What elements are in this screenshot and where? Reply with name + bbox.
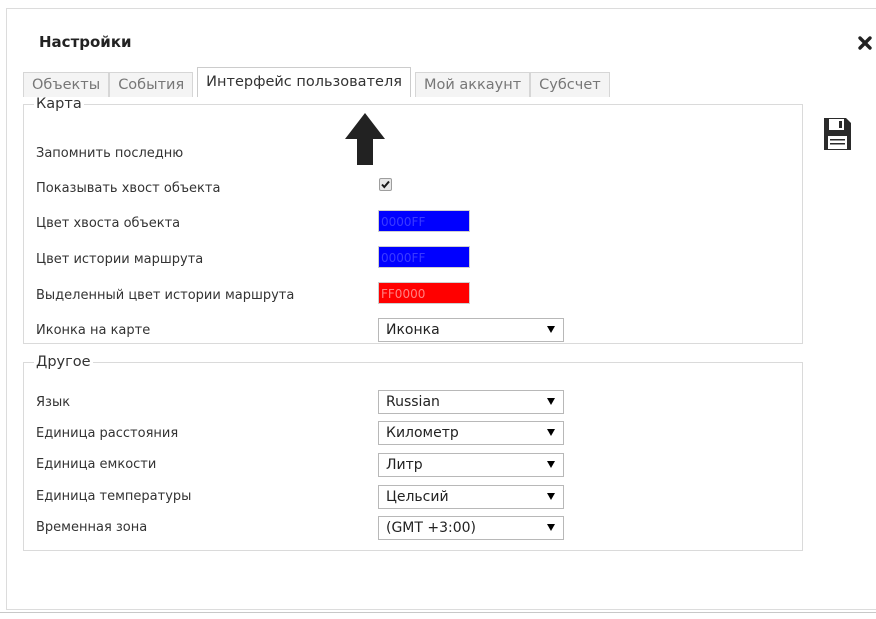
window-title: Настройки [39,33,132,51]
show-tail-checkbox[interactable] [379,178,392,191]
map-group-legend: Карта [36,96,82,112]
triangle-down-icon [547,429,555,436]
distance-unit-label: Единица расстояния [36,426,179,441]
other-group: Другое Язык Russian Единица расстояния К… [23,354,803,551]
map-icon-label: Иконка на карте [36,323,151,338]
language-label: Язык [36,395,71,410]
floppy-disk-icon[interactable] [822,117,852,151]
tab-subaccount[interactable]: Субсчет [530,72,610,97]
capacity-unit-select-value: Литр [386,457,423,473]
timezone-label: Временная зона [36,520,148,535]
tail-color-field[interactable]: 0000FF [378,210,470,232]
route-color-field[interactable]: 0000FF [378,246,470,268]
temperature-unit-select[interactable]: Цельсий [378,485,564,509]
tail-color-label: Цвет хвоста объекта [36,216,181,231]
temperature-unit-label: Единица температуры [36,489,192,504]
map-icon-select-value: Иконка [386,322,440,338]
tab-my-account[interactable]: Мой аккаунт [414,72,531,97]
timezone-select[interactable]: (GMT +3:00) [378,516,564,540]
capacity-unit-select[interactable]: Литр [378,453,564,477]
language-select[interactable]: Russian [378,390,564,414]
other-group-legend: Другое [36,354,91,370]
language-select-value: Russian [386,394,440,410]
route-color-label: Цвет истории маршрута [36,252,204,267]
tab-user-interface[interactable]: Интерфейс пользователя [197,67,411,97]
triangle-down-icon [547,524,555,531]
timezone-select-value: (GMT +3:00) [386,520,477,536]
up-arrow-icon [345,113,385,165]
selected-route-color-label: Выделенный цвет истории маршрута [36,288,295,303]
triangle-down-icon [547,493,555,500]
selected-route-color-field[interactable]: FF0000 [378,282,470,304]
remember-last-label: Запомнить последню [36,146,184,161]
checkmark-icon [381,180,390,189]
map-group: Карта Запомнить последню Показывать хвос… [23,96,803,344]
settings-window: Настройки Объекты События Интерфейс поль… [6,8,876,610]
triangle-down-icon [547,461,555,468]
map-icon-select[interactable]: Иконка [378,318,564,342]
distance-unit-select[interactable]: Километр [378,421,564,445]
temperature-unit-select-value: Цельсий [386,489,449,505]
page-bottom-divider [0,612,876,613]
distance-unit-select-value: Километр [386,425,459,441]
close-icon[interactable] [857,35,873,51]
capacity-unit-label: Единица емкости [36,457,157,472]
tab-events[interactable]: События [109,72,194,97]
tab-objects[interactable]: Объекты [23,72,110,97]
window-header: Настройки [7,9,876,65]
triangle-down-icon [547,326,555,333]
triangle-down-icon [547,398,555,405]
tab-bar: Объекты События Интерфейс пользователя М… [23,66,610,97]
show-tail-label: Показывать хвост объекта [36,181,221,196]
tab-content: Карта Запомнить последню Показывать хвос… [23,96,803,596]
